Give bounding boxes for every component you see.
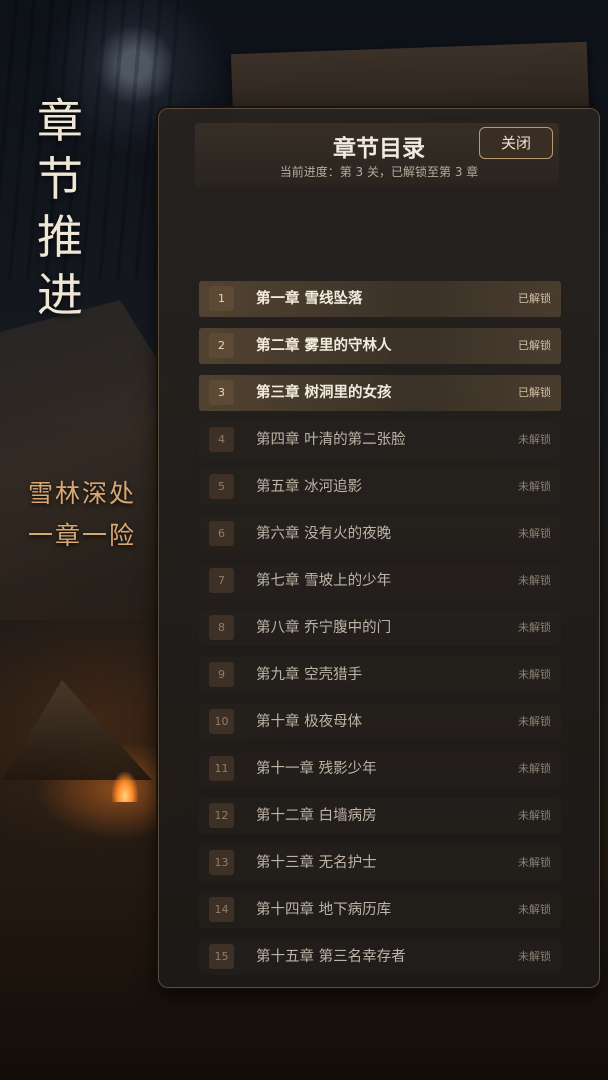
chapter-status: 未解锁 [518, 480, 551, 493]
chapter-name: 第九章 空壳猎手 [256, 667, 363, 683]
chapter-item[interactable]: 9 第九章 空壳猎手 未解锁 [199, 657, 561, 693]
chapter-name: 第七章 雪坡上的少年 [256, 573, 392, 589]
chapter-number-badge: 7 [209, 568, 234, 593]
chapter-number-badge: 1 [209, 286, 234, 311]
chapter-item[interactable]: 12 第十二章 白墙病房 未解锁 [199, 798, 561, 834]
chapter-name: 第十章 极夜母体 [256, 714, 363, 730]
chapter-status: 未解锁 [518, 762, 551, 775]
chapter-number-badge: 9 [209, 662, 234, 687]
chapter-status: 已解锁 [518, 386, 551, 399]
chapter-status: 未解锁 [518, 433, 551, 446]
chapter-status: 未解锁 [518, 809, 551, 822]
chapter-item[interactable]: 15 第十五章 第三名幸存者 未解锁 [199, 939, 561, 975]
tent-illustration [2, 680, 152, 780]
chapter-number-badge: 5 [209, 474, 234, 499]
chapter-status: 已解锁 [518, 292, 551, 305]
chapter-item[interactable]: 4 第四章 叶清的第二张脸 未解锁 [199, 422, 561, 458]
chapter-item[interactable]: 6 第六章 没有火的夜晚 未解锁 [199, 516, 561, 552]
side-subtitle-line: 一章一险 [28, 521, 137, 550]
chapter-name: 第十二章 白墙病房 [256, 808, 377, 824]
chapter-number-badge: 11 [209, 756, 234, 781]
chapter-item[interactable]: 2 第二章 雾里的守林人 已解锁 [199, 328, 561, 364]
chapter-number-badge: 3 [209, 380, 234, 405]
chapter-directory-panel: 章节目录 当前进度：第 3 关，已解锁至第 3 章 关闭 1 第一章 雪线坠落 … [158, 108, 600, 988]
chapter-name: 第五章 冰河追影 [256, 479, 363, 495]
chapter-item[interactable]: 7 第七章 雪坡上的少年 未解锁 [199, 563, 561, 599]
side-title-char: 推 [37, 210, 83, 264]
chapter-status: 已解锁 [518, 339, 551, 352]
chapter-status: 未解锁 [518, 950, 551, 963]
chapter-status: 未解锁 [518, 715, 551, 728]
chapter-item[interactable]: 1 第一章 雪线坠落 已解锁 [199, 281, 561, 317]
chapter-name: 第三章 树洞里的女孩 [256, 385, 392, 401]
chapter-item[interactable]: 8 第八章 乔宁腹中的门 未解锁 [199, 610, 561, 646]
chapter-number-badge: 10 [209, 709, 234, 734]
chapter-number-badge: 13 [209, 850, 234, 875]
progress-text: 当前进度：第 3 关，已解锁至第 3 章 [279, 165, 479, 179]
chapter-item[interactable]: 14 第十四章 地下病历库 未解锁 [199, 892, 561, 928]
chapter-name: 第十五章 第三名幸存者 [256, 949, 406, 965]
side-title-char: 节 [37, 152, 83, 206]
chapter-status: 未解锁 [518, 621, 551, 634]
chapter-name: 第十一章 残影少年 [256, 761, 377, 777]
chapter-status: 未解锁 [518, 856, 551, 869]
background-forest [0, 0, 180, 280]
chapter-number-badge: 15 [209, 944, 234, 969]
chapter-name: 第十三章 无名护士 [256, 855, 377, 871]
chapter-name: 第一章 雪线坠落 [256, 291, 363, 307]
chapter-item[interactable]: 3 第三章 树洞里的女孩 已解锁 [199, 375, 561, 411]
chapter-item[interactable]: 10 第十章 极夜母体 未解锁 [199, 704, 561, 740]
close-button[interactable]: 关闭 [479, 127, 553, 159]
chapter-number-badge: 14 [209, 897, 234, 922]
chapter-number-badge: 2 [209, 333, 234, 358]
side-title: 章 节 推 进 [30, 92, 90, 324]
chapter-status: 未解锁 [518, 668, 551, 681]
side-title-char: 章 [37, 94, 83, 148]
chapter-item[interactable]: 11 第十一章 残影少年 未解锁 [199, 751, 561, 787]
chapter-number-badge: 4 [209, 427, 234, 452]
chapter-status: 未解锁 [518, 903, 551, 916]
chapter-item[interactable]: 13 第十三章 无名护士 未解锁 [199, 845, 561, 881]
chapter-number-badge: 8 [209, 615, 234, 640]
chapter-name: 第四章 叶清的第二张脸 [256, 432, 406, 448]
chapter-name: 第八章 乔宁腹中的门 [256, 620, 392, 636]
chapter-status: 未解锁 [518, 574, 551, 587]
chapter-number-badge: 12 [209, 803, 234, 828]
chapter-item[interactable]: 5 第五章 冰河追影 未解锁 [199, 469, 561, 505]
side-subtitle-line: 雪林深处 [28, 479, 137, 508]
chapter-name: 第十四章 地下病历库 [256, 902, 392, 918]
chapter-status: 未解锁 [518, 527, 551, 540]
campfire-illustration [112, 772, 138, 802]
side-title-char: 进 [37, 268, 83, 322]
chapter-number-badge: 6 [209, 521, 234, 546]
chapter-name: 第六章 没有火的夜晚 [256, 526, 392, 542]
chapter-name: 第二章 雾里的守林人 [256, 338, 392, 354]
